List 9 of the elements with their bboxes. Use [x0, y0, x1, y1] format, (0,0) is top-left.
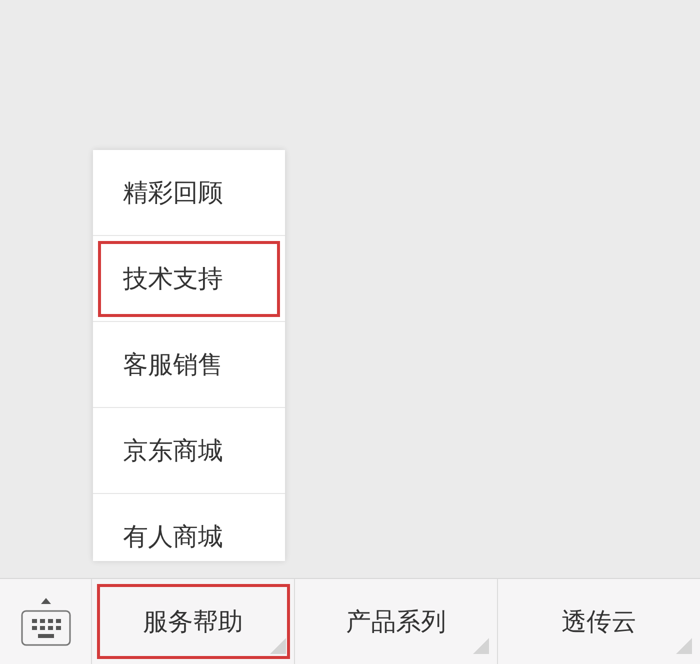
submenu-item[interactable]: 精彩回顾 [93, 150, 285, 236]
corner-icon [676, 638, 692, 654]
submenu-item[interactable]: 有人商城 [93, 494, 285, 561]
submenu-item[interactable]: 客服销售 [93, 322, 285, 408]
keyboard-icon[interactable] [20, 598, 70, 646]
submenu-item[interactable]: 京东商城 [93, 408, 285, 494]
corner-icon [473, 638, 489, 654]
corner-icon [270, 638, 286, 654]
submenu-item[interactable]: 技术支持 [93, 236, 285, 322]
